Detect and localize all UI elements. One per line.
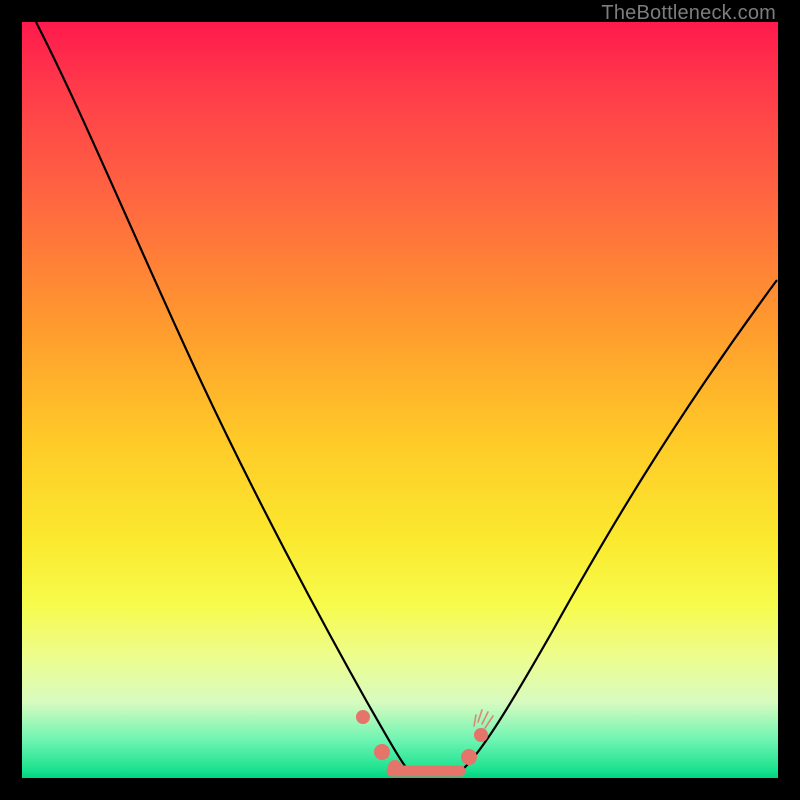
bottleneck-marker-1 <box>356 710 370 724</box>
plot-area <box>22 22 778 778</box>
bottleneck-marker-2b <box>388 760 402 774</box>
curve-svg <box>22 22 778 778</box>
bottleneck-marker-2 <box>374 744 390 760</box>
curve-right-branch <box>462 280 777 770</box>
bottleneck-marker-4 <box>474 728 488 742</box>
chart-frame: TheBottleneck.com <box>0 0 800 800</box>
curve-left-branch <box>36 22 408 770</box>
bottleneck-marker-3 <box>461 749 477 765</box>
bottleneck-feather-detail <box>474 710 493 728</box>
